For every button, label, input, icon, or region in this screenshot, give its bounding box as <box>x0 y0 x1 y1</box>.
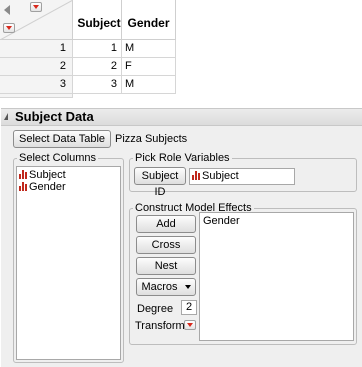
transform-label: Transform <box>135 320 185 332</box>
table-cell[interactable]: 1 <box>73 40 122 58</box>
table-name-label: Pizza Subjects <box>115 133 188 145</box>
column-header-gender[interactable]: Gender <box>122 0 176 40</box>
column-header-subject[interactable]: Subject <box>73 0 122 40</box>
disclosure-icon[interactable] <box>4 113 8 120</box>
list-item[interactable]: Subject <box>19 169 66 181</box>
role-value-label: Subject <box>202 170 239 182</box>
row-number[interactable]: 2 <box>0 58 73 76</box>
table-cell[interactable]: M <box>122 40 176 58</box>
transform-menu-icon[interactable] <box>184 320 196 330</box>
table-cell[interactable]: 2 <box>73 58 122 76</box>
model-effects-list[interactable]: Gender <box>199 212 354 341</box>
list-item-label: Subject <box>29 169 66 181</box>
list-item[interactable]: Gender <box>19 181 66 193</box>
select-columns-title: Select Columns <box>17 152 99 164</box>
collapse-arrow-icon[interactable] <box>4 5 10 15</box>
dropdown-arrow-icon <box>184 285 191 289</box>
column-header-label: Gender <box>127 16 170 30</box>
row-number[interactable]: 1 <box>0 40 73 58</box>
continuous-column-icon <box>19 182 28 191</box>
continuous-column-icon <box>19 170 28 179</box>
row-number[interactable]: 3 <box>0 76 73 94</box>
row-number[interactable] <box>0 94 73 98</box>
table-cell[interactable]: M <box>122 76 176 94</box>
pick-role-title: Pick Role Variables <box>133 152 232 164</box>
degree-input[interactable]: 2 <box>181 300 197 315</box>
degree-label: Degree <box>137 303 174 315</box>
subject-id-button[interactable]: Subject ID <box>134 167 186 198</box>
panel-title: Subject Data <box>15 109 94 124</box>
table-cell[interactable]: F <box>122 58 176 76</box>
macros-button[interactable]: Macros <box>136 278 196 296</box>
table-cell[interactable]: 3 <box>73 76 122 94</box>
continuous-column-icon <box>192 171 201 180</box>
rows-menu-icon[interactable] <box>3 23 15 33</box>
column-header-label: Subject <box>77 16 121 30</box>
launch-dialog: Select Data Table Pizza Subjects Select … <box>1 126 362 367</box>
select-data-table-button[interactable]: Select Data Table <box>13 130 111 148</box>
columns-list[interactable]: Subject Gender <box>16 166 121 360</box>
list-item[interactable]: Gender <box>203 215 240 227</box>
cross-button[interactable]: Cross <box>136 236 196 254</box>
table-corner[interactable] <box>0 0 73 40</box>
panel-title-bar[interactable]: Subject Data <box>1 108 362 126</box>
list-item-label: Gender <box>29 181 66 193</box>
add-button[interactable]: Add <box>136 215 196 233</box>
nest-button[interactable]: Nest <box>136 257 196 275</box>
subject-id-field[interactable]: Subject <box>189 168 295 185</box>
macros-label: Macros <box>141 281 178 293</box>
role-value: Subject <box>192 170 239 182</box>
table-menu-icon[interactable] <box>30 2 42 12</box>
